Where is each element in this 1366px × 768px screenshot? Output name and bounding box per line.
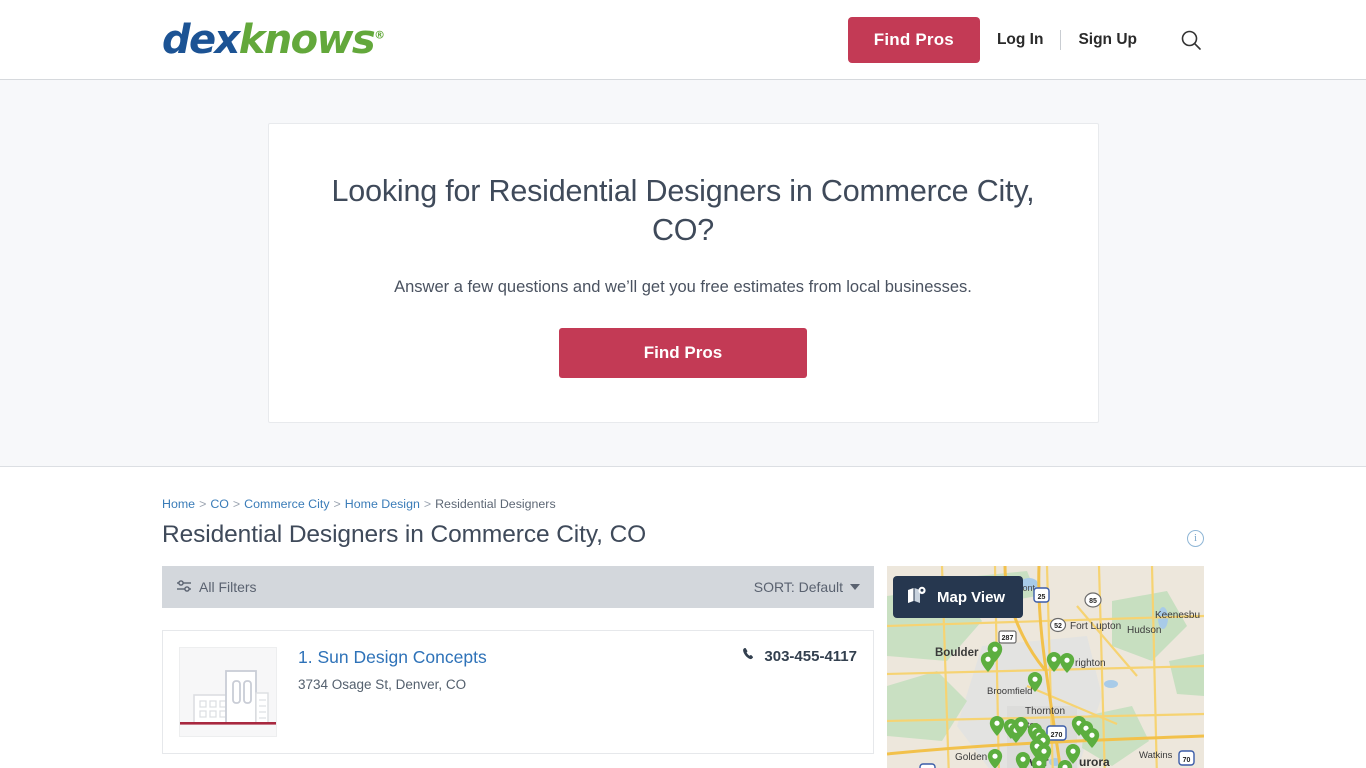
svg-text:70: 70 [1183, 757, 1191, 764]
listing-address: 3734 Osage St, Denver, CO [298, 677, 467, 692]
svg-text:Thornton: Thornton [1025, 706, 1065, 717]
svg-text:Broomfield: Broomfield [987, 686, 1032, 697]
chevron-down-icon [850, 584, 860, 590]
breadcrumb-separator: > [333, 497, 341, 511]
svg-text:Keenesbu: Keenesbu [1155, 610, 1200, 621]
svg-text:righton: righton [1075, 658, 1106, 669]
sort-label: SORT: Default [753, 579, 843, 595]
logo-knows-text: knows [238, 16, 376, 63]
svg-text:25: 25 [1038, 594, 1046, 601]
hero-title: Looking for Residential Designers in Com… [331, 174, 1035, 247]
svg-text:ter: ter [1027, 720, 1038, 730]
all-filters-label: All Filters [199, 579, 257, 595]
svg-text:Fort Lupton: Fort Lupton [1070, 621, 1121, 632]
svg-text:Hudson: Hudson [1127, 625, 1161, 636]
header-find-pros-button[interactable]: Find Pros [847, 16, 980, 63]
sliders-icon [176, 579, 192, 596]
breadcrumb-separator: > [232, 497, 241, 511]
listing-header: 1. Sun Design Concepts 303-455-4117 [298, 647, 857, 668]
sort-dropdown[interactable]: SORT: Default [754, 579, 860, 595]
svg-text:270: 270 [1051, 732, 1063, 739]
sign-up-link[interactable]: Sign Up [1061, 31, 1154, 49]
all-filters-button[interactable]: All Filters [176, 579, 257, 596]
hero-find-pros-button[interactable]: Find Pros [559, 327, 807, 378]
svg-text:287: 287 [1002, 635, 1014, 642]
listing-phone-number: 303-455-4117 [764, 647, 857, 665]
breadcrumb-item-home-design[interactable]: Home Design [345, 497, 420, 511]
hero-section: Looking for Residential Designers in Com… [0, 80, 1366, 467]
hero-card: Looking for Residential Designers in Com… [267, 123, 1099, 423]
breadcrumb-item-residential-designers: Residential Designers [435, 497, 556, 511]
map-panel[interactable]: mont Boulder Broomfield Thornton ter Gol… [887, 566, 1204, 768]
header-inner: dexknows® Find Pros Log In Sign Up [162, 0, 1204, 79]
building-placeholder-icon [179, 647, 277, 737]
breadcrumb-item-commerce-city[interactable]: Commerce City [244, 497, 329, 511]
header-actions: Find Pros Log In Sign Up [847, 16, 1204, 63]
svg-text:Boulder: Boulder [935, 647, 979, 659]
map-view-button[interactable]: Map View [893, 576, 1024, 618]
hero-subtitle: Answer a few questions and we’ll get you… [394, 277, 972, 296]
breadcrumb-separator: > [423, 497, 432, 511]
results-section: Home > CO > Commerce City > Home Design > Reside… [162, 467, 1204, 768]
breadcrumb-item-co[interactable]: CO [210, 497, 229, 511]
breadcrumb-item-home[interactable]: Home [162, 497, 195, 511]
page-title-row: Residential Designers in Commerce City, … [162, 521, 1204, 549]
results-body: All Filters SORT: Default 1. Sun Design … [162, 566, 1204, 768]
map-pin-icon [907, 586, 927, 608]
breadcrumb: Home > CO > Commerce City > Home Design > Reside… [162, 497, 1204, 511]
log-in-link[interactable]: Log In [980, 31, 1061, 49]
filter-bar: All Filters SORT: Default [162, 566, 874, 608]
phone-icon [742, 647, 756, 665]
svg-text:ver: ver [1029, 754, 1049, 768]
listing-phone[interactable]: 303-455-4117 [742, 647, 857, 665]
map-view-label: Map View [937, 588, 1006, 606]
listing-card[interactable]: 1. Sun Design Concepts 303-455-4117 3734… [162, 630, 874, 754]
listings-column: All Filters SORT: Default 1. Sun Design … [162, 566, 874, 768]
listing-name-link[interactable]: 1. Sun Design Concepts [298, 647, 487, 668]
dexknows-logo[interactable]: dexknows® [162, 20, 385, 60]
info-icon[interactable]: i [1187, 530, 1204, 547]
registered-trademark-icon: ® [374, 28, 386, 42]
logo-dex-text: dex [162, 16, 240, 63]
svg-text:Golden: Golden [955, 752, 987, 763]
map-column: mont Boulder Broomfield Thornton ter Gol… [887, 566, 1204, 768]
svg-text:Watkins: Watkins [1139, 750, 1173, 761]
site-header: dexknows® Find Pros Log In Sign Up [0, 0, 1366, 80]
breadcrumb-separator: > [199, 497, 207, 511]
svg-text:85: 85 [1089, 598, 1097, 605]
svg-text:52: 52 [1054, 623, 1062, 630]
svg-text:urora: urora [1079, 755, 1110, 768]
listing-details: 1. Sun Design Concepts 303-455-4117 3734… [298, 647, 857, 733]
search-icon[interactable] [1178, 27, 1204, 53]
page-title: Residential Designers in Commerce City, … [162, 521, 647, 548]
